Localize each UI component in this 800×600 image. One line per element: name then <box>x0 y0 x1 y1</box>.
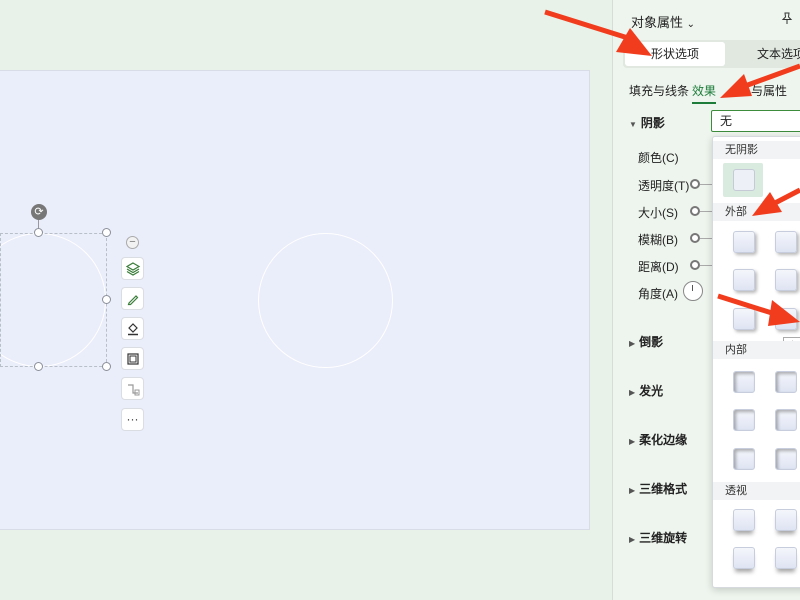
rotate-handle-icon[interactable]: ⟳ <box>31 204 47 220</box>
subtab-fill-line[interactable]: 填充与线条 <box>629 82 689 99</box>
shadow-preset-select[interactable]: 无 <box>711 110 800 132</box>
outline-style-icon[interactable] <box>121 347 144 370</box>
shadow-preset-perspective[interactable] <box>775 547 797 569</box>
resize-handle-bottom[interactable] <box>34 362 43 371</box>
more-options-button[interactable]: ··· <box>121 408 144 431</box>
shadow-preset-none[interactable] <box>733 169 755 191</box>
distance-slider[interactable] <box>690 260 700 270</box>
shadow-blur-label: 模糊(B) <box>638 233 678 247</box>
fill-bucket-icon[interactable] <box>121 317 144 340</box>
subtab-size-properties[interactable]: 与属性 <box>751 82 787 99</box>
transparency-slider[interactable] <box>690 179 700 189</box>
section-shadow[interactable]: ▼ 阴影 <box>629 114 665 131</box>
shadow-preset-outer[interactable] <box>733 308 755 330</box>
shadow-preset-inner[interactable] <box>775 409 797 431</box>
pin-icon[interactable] <box>781 12 793 28</box>
triangle-down-icon: ▼ <box>629 120 637 129</box>
blur-slider[interactable] <box>690 233 700 243</box>
triangle-right-icon: ▶ <box>629 486 636 495</box>
tab-shape-options[interactable]: 形状选项 <box>625 42 725 66</box>
resize-handle-top[interactable] <box>34 228 43 237</box>
group-perspective: 透视 <box>713 482 800 500</box>
resize-handle-bottom-right[interactable] <box>102 362 111 371</box>
shadow-preset-outer[interactable] <box>775 231 797 253</box>
triangle-right-icon: ▶ <box>629 339 636 348</box>
shadow-preset-inner[interactable] <box>733 448 755 470</box>
resize-handle-right[interactable] <box>102 295 111 304</box>
subtab-effects[interactable]: 效果 <box>692 82 717 104</box>
section-3d-format[interactable]: ▶ 三维格式 <box>629 480 687 497</box>
circle-shape[interactable] <box>258 233 393 368</box>
resize-handle-top-right[interactable] <box>102 228 111 237</box>
shadow-preset-inner[interactable] <box>775 371 797 393</box>
angle-dial[interactable] <box>683 281 703 301</box>
shadow-preset-inner[interactable] <box>733 409 755 431</box>
shadow-size-label: 大小(S) <box>638 206 678 220</box>
shadow-preset-inner[interactable] <box>733 371 755 393</box>
shadow-color-label: 颜色(C) <box>638 151 679 165</box>
group-outer: 外部 <box>713 203 800 221</box>
shadow-preset-perspective[interactable] <box>733 509 755 531</box>
section-soft-edges[interactable]: ▶ 柔化边缘 <box>629 431 687 448</box>
shadow-preset-outer[interactable] <box>775 269 797 291</box>
panel-title[interactable]: 对象属性 ⌄ <box>631 12 695 31</box>
floatbar-collapse-icon[interactable]: − <box>126 236 139 249</box>
section-3d-rotation[interactable]: ▶ 三维旋转 <box>629 529 687 546</box>
shadow-preset-perspective[interactable] <box>775 509 797 531</box>
chevron-down-icon: ⌄ <box>686 19 696 30</box>
triangle-right-icon: ▶ <box>629 388 636 397</box>
triangle-right-icon: ▶ <box>629 535 636 544</box>
shadow-preset-outer[interactable] <box>733 269 755 291</box>
size-slider[interactable] <box>690 206 700 216</box>
section-glow[interactable]: ▶ 发光 <box>629 382 663 399</box>
selection-frame <box>0 233 107 367</box>
group-no-shadow: 无阴影 <box>713 141 800 159</box>
options-tabs: 形状选项 文本选项 <box>623 40 800 68</box>
shadow-transparency-label: 透明度(T) <box>638 179 690 193</box>
layers-icon[interactable] <box>121 257 144 280</box>
tab-text-options[interactable]: 文本选项 <box>741 40 800 68</box>
shadow-angle-label: 角度(A) <box>638 287 678 301</box>
shadow-preset-perspective[interactable] <box>733 547 755 569</box>
connector-icon[interactable] <box>121 377 144 400</box>
shadow-distance-label: 距离(D) <box>638 260 679 274</box>
pen-icon[interactable] <box>121 287 144 310</box>
triangle-right-icon: ▶ <box>629 437 636 446</box>
group-inner: 内部 <box>713 341 800 359</box>
shadow-preset-dropdown: 无阴影 外部 左 内部 透视 <box>712 136 800 588</box>
shadow-preset-outer[interactable] <box>775 308 797 330</box>
shadow-preset-outer[interactable] <box>733 231 755 253</box>
section-reflection[interactable]: ▶ 倒影 <box>629 333 663 350</box>
shadow-preset-inner[interactable] <box>775 448 797 470</box>
